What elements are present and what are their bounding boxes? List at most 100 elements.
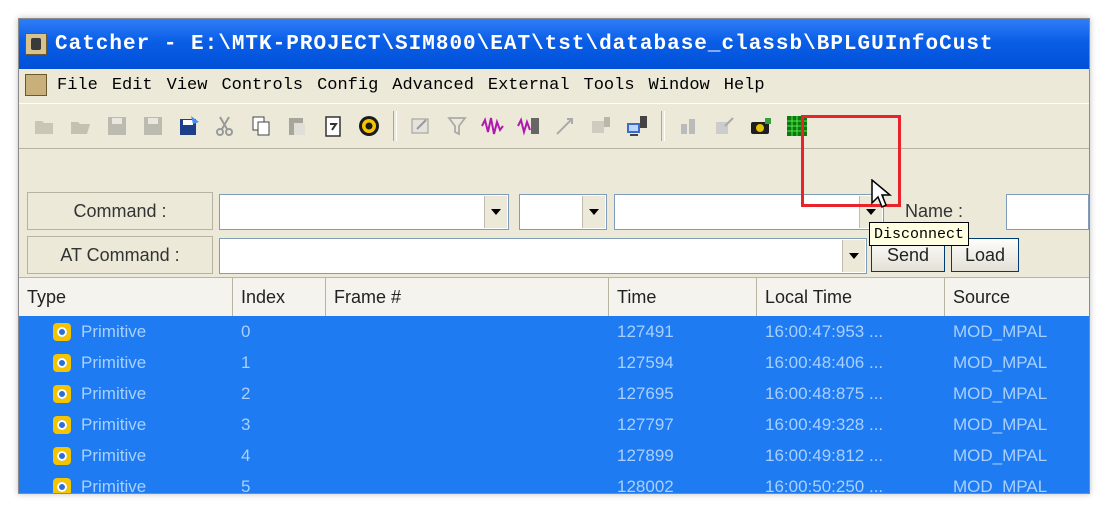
- edit-icon[interactable]: [406, 111, 436, 141]
- command-label: Command :: [27, 192, 213, 230]
- disconnect-icon[interactable]: [622, 111, 652, 141]
- primitive-icon: [53, 385, 71, 404]
- cell-time: 127797: [617, 414, 674, 434]
- cell-source: MOD_MPAL: [953, 414, 1048, 434]
- menu-external[interactable]: External: [488, 76, 570, 95]
- table-row[interactable]: Primitive 5 128002 16:00:50:250 ... MOD_…: [19, 471, 1089, 494]
- log-table-body: Primitive 0 127491 16:00:47:953 ... MOD_…: [19, 316, 1089, 493]
- toolbar: [19, 103, 1089, 149]
- waveform-icon[interactable]: [478, 111, 508, 141]
- stats-icon[interactable]: [674, 111, 704, 141]
- cell-local-time: 16:00:50:250 ...: [765, 476, 884, 494]
- cell-local-time: 16:00:47:953 ...: [765, 321, 884, 341]
- cell-index: 1: [241, 352, 251, 372]
- cell-type: Primitive: [19, 384, 233, 404]
- type-text: Primitive: [81, 476, 147, 494]
- open-folder-icon[interactable]: [66, 111, 96, 141]
- column-header-type[interactable]: Type: [19, 278, 233, 316]
- type-text: Primitive: [81, 383, 147, 403]
- save-filter-icon[interactable]: [174, 111, 204, 141]
- menu-view[interactable]: View: [167, 76, 208, 95]
- column-header-index[interactable]: Index: [233, 278, 326, 316]
- table-row[interactable]: Primitive 1 127594 16:00:48:406 ... MOD_…: [19, 347, 1089, 378]
- name-input[interactable]: [1006, 194, 1089, 230]
- cell-type: Primitive: [19, 353, 233, 373]
- title-bar[interactable]: Catcher - E:\MTK-PROJECT\SIM800\EAT\tst\…: [19, 19, 1089, 69]
- cell-time: 127695: [617, 383, 674, 403]
- window-title: Catcher - E:\MTK-PROJECT\SIM800\EAT\tst\…: [55, 32, 994, 56]
- primitive-icon: [53, 323, 71, 342]
- connect-icon[interactable]: [586, 111, 616, 141]
- primitive-icon: [53, 447, 71, 466]
- cell-type: Primitive: [19, 476, 233, 494]
- chevron-down-icon[interactable]: [842, 240, 865, 272]
- copy-icon[interactable]: [246, 111, 276, 141]
- command-type-combobox[interactable]: [519, 194, 607, 230]
- primitive-icon: [53, 416, 71, 435]
- column-header-source[interactable]: Source: [945, 278, 1089, 316]
- cell-index: 4: [241, 445, 251, 465]
- app-icon: [25, 33, 47, 55]
- mouse-cursor-icon: [871, 179, 893, 209]
- paste-icon[interactable]: [282, 111, 312, 141]
- cell-local-time: 16:00:49:812 ...: [765, 445, 884, 465]
- menu-window[interactable]: Window: [649, 76, 710, 95]
- waveform-connect-icon[interactable]: [514, 111, 544, 141]
- menu-tools[interactable]: Tools: [584, 76, 635, 95]
- open-icon[interactable]: [30, 111, 60, 141]
- toolbar-separator: [661, 111, 665, 141]
- column-header-time[interactable]: Time: [609, 278, 757, 316]
- cell-time: 127899: [617, 445, 674, 465]
- cell-source: MOD_MPAL: [953, 445, 1048, 465]
- toolbar-separator: [393, 111, 397, 141]
- save-icon[interactable]: [102, 111, 132, 141]
- table-row[interactable]: Primitive 2 127695 16:00:48:875 ... MOD_…: [19, 378, 1089, 409]
- pointer-icon[interactable]: [550, 111, 580, 141]
- menu-app-icon[interactable]: [25, 74, 47, 96]
- primitive-icon: [53, 478, 71, 493]
- cut-icon[interactable]: [210, 111, 240, 141]
- menu-config[interactable]: Config: [317, 76, 378, 95]
- cell-time: 127594: [617, 352, 674, 372]
- at-command-combobox[interactable]: [219, 238, 867, 274]
- export-icon[interactable]: [710, 111, 740, 141]
- cell-local-time: 16:00:49:328 ...: [765, 414, 884, 434]
- menu-controls[interactable]: Controls: [221, 76, 303, 95]
- cell-type: Primitive: [19, 446, 233, 466]
- table-header: Type Index Frame # Time Local Time Sourc…: [19, 277, 1089, 317]
- type-text: Primitive: [81, 352, 147, 372]
- menu-file[interactable]: File: [57, 76, 98, 95]
- cell-local-time: 16:00:48:875 ...: [765, 383, 884, 403]
- cell-index: 3: [241, 414, 251, 434]
- cell-index: 2: [241, 383, 251, 403]
- filter-icon[interactable]: [442, 111, 472, 141]
- cell-time: 127491: [617, 321, 674, 341]
- clipboard-icon[interactable]: [318, 111, 348, 141]
- target-icon[interactable]: [354, 111, 384, 141]
- menu-help[interactable]: Help: [724, 76, 765, 95]
- type-text: Primitive: [81, 414, 147, 434]
- cell-time: 128002: [617, 476, 674, 494]
- menu-advanced[interactable]: Advanced: [392, 76, 474, 95]
- chevron-down-icon[interactable]: [582, 196, 605, 228]
- at-command-label: AT Command :: [27, 236, 213, 274]
- command-combobox[interactable]: [219, 194, 509, 230]
- table-row[interactable]: Primitive 3 127797 16:00:49:328 ... MOD_…: [19, 409, 1089, 440]
- column-header-frame[interactable]: Frame #: [326, 278, 609, 316]
- cell-local-time: 16:00:48:406 ...: [765, 352, 884, 372]
- camera-icon[interactable]: [746, 111, 776, 141]
- catcher-window: Catcher - E:\MTK-PROJECT\SIM800\EAT\tst\…: [18, 18, 1090, 494]
- table-row[interactable]: Primitive 0 127491 16:00:47:953 ... MOD_…: [19, 316, 1089, 347]
- cell-source: MOD_MPAL: [953, 476, 1048, 494]
- column-header-local-time[interactable]: Local Time: [757, 278, 945, 316]
- cell-type: Primitive: [19, 322, 233, 342]
- menu-bar: File Edit View Controls Config Advanced …: [19, 69, 1089, 101]
- cell-index: 5: [241, 476, 251, 494]
- table-row[interactable]: Primitive 4 127899 16:00:49:812 ... MOD_…: [19, 440, 1089, 471]
- primitive-icon: [53, 354, 71, 373]
- menu-edit[interactable]: Edit: [112, 76, 153, 95]
- cell-type: Primitive: [19, 415, 233, 435]
- cell-source: MOD_MPAL: [953, 321, 1048, 341]
- chevron-down-icon[interactable]: [484, 196, 507, 228]
- save-all-icon[interactable]: [138, 111, 168, 141]
